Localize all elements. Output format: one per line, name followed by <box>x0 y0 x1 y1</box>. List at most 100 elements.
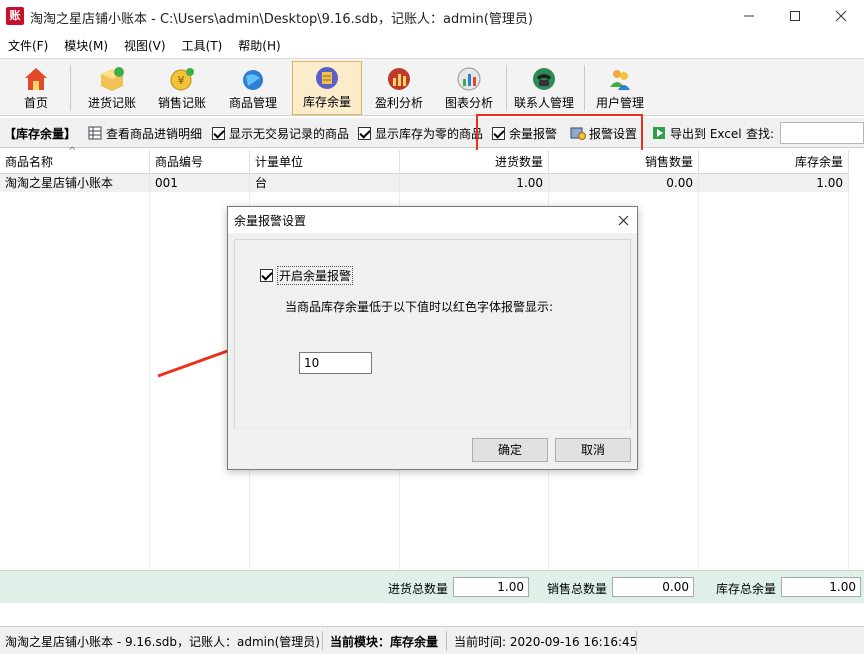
menu-file[interactable]: 文件(F) <box>0 35 56 57</box>
show-zero-stock-checkbox[interactable]: 显示库存为零的商品 <box>358 124 483 142</box>
tool-stock-label: 库存余量 <box>302 95 351 109</box>
show-zero-stock-label: 显示库存为零的商品 <box>375 126 484 141</box>
threshold-input[interactable]: 10 <box>299 352 372 374</box>
tool-contacts-label: 联系人管理 <box>513 96 574 110</box>
cancel-button[interactable]: 取消 <box>555 438 631 462</box>
tool-stock[interactable]: 库存余量 <box>292 61 362 115</box>
grid-line <box>698 192 699 572</box>
table-cell[interactable]: 1.00 <box>400 174 549 192</box>
stock-total-value: 1.00 <box>781 577 861 597</box>
status-module-label: 当前模块： <box>330 635 391 649</box>
export-excel-label: 导出到 Excel <box>670 126 742 141</box>
checkbox-checked <box>358 126 371 140</box>
minimize-button[interactable] <box>726 0 772 32</box>
status-file-info: 淘淘之星店铺小账本 - 9.16.sdb，记账人：admin(管理员) <box>5 635 320 649</box>
table-cell[interactable]: 1.00 <box>699 174 849 192</box>
close-button[interactable] <box>818 0 864 32</box>
tool-home[interactable]: 首页 <box>8 61 64 115</box>
dialog-title-bar: 余量报警设置 <box>228 207 637 233</box>
show-no-trade-label: 显示无交易记录的商品 <box>229 126 350 141</box>
dialog-close-button[interactable] <box>610 207 636 233</box>
tool-purchase-label: 进货记账 <box>87 96 136 110</box>
status-separator <box>322 631 323 651</box>
view-detail-button[interactable]: 查看商品进销明细 <box>88 124 202 142</box>
table-cell[interactable]: 0.00 <box>549 174 699 192</box>
in-total-value: 1.00 <box>453 577 529 597</box>
window-title: 淘淘之星店铺小账本 - C:\Users\admin\Desktop\9.16.… <box>30 12 533 27</box>
tool-users-label: 用户管理 <box>595 96 644 110</box>
filter-bar: 【库存余量】 查看商品进销明细 显示无交易记录的商品 显示库存为零的商品 余量报… <box>0 118 864 148</box>
tool-products[interactable]: 商品管理 <box>222 61 284 115</box>
menu-view[interactable]: 视图(V) <box>116 35 174 57</box>
close-icon <box>618 215 628 225</box>
app-window: 账 淘淘之星店铺小账本 - C:\Users\admin\Desktop\9.1… <box>0 0 864 654</box>
maximize-icon <box>790 11 800 21</box>
close-icon <box>835 10 847 22</box>
stock-alarm-dialog: 余量报警设置 开启余量报警 当商品库存余量低于以下值时以红色字体报警显示: 10… <box>227 206 638 470</box>
tool-products-label: 商品管理 <box>228 96 277 110</box>
tool-sales-label: 销售记账 <box>157 96 206 110</box>
column-header-sale-qty[interactable]: 销售数量 <box>549 150 699 174</box>
products-globe-icon <box>243 70 263 90</box>
sales-coin-icon: ¥ <box>170 68 194 91</box>
table-cell[interactable]: 001 <box>150 174 250 192</box>
tool-charts-label: 图表分析 <box>444 96 493 110</box>
menu-module[interactable]: 模块(M) <box>56 35 116 57</box>
column-header-in-qty[interactable]: 进货数量 <box>400 150 549 174</box>
tool-contacts[interactable]: 联系人管理 <box>510 61 578 115</box>
svg-text:¥: ¥ <box>178 74 185 87</box>
summary-bar: 进货总数量 1.00 销售总数量 0.00 库存总余量 1.00 <box>0 570 864 603</box>
tool-charts[interactable]: 图表分析 <box>438 61 500 115</box>
menu-help[interactable]: 帮助(H) <box>230 35 288 57</box>
title-bar: 账 淘淘之星店铺小账本 - C:\Users\admin\Desktop\9.1… <box>0 0 864 32</box>
enable-alarm-checkbox[interactable]: 开启余量报警 <box>260 266 354 285</box>
module-label: 【库存余量】 <box>4 126 77 141</box>
search-label: 查找: <box>746 126 775 141</box>
app-logo-icon: 账 <box>6 7 24 25</box>
enable-alarm-label: 开启余量报警 <box>277 266 354 285</box>
table-cell[interactable]: 台 <box>250 174 400 192</box>
checkbox-checked <box>260 269 273 282</box>
tool-home-label: 首页 <box>23 96 48 110</box>
stock-icon <box>316 67 338 89</box>
tool-profit-label: 盈利分析 <box>374 96 423 110</box>
tool-sales[interactable]: ¥ 销售记账 <box>150 61 214 115</box>
tool-profit[interactable]: 盈利分析 <box>368 61 430 115</box>
dialog-title: 余量报警设置 <box>234 214 307 228</box>
export-excel-button[interactable]: 导出到 Excel <box>652 124 742 142</box>
purchase-box-icon <box>101 67 124 91</box>
sale-total-value: 0.00 <box>612 577 694 597</box>
home-icon <box>25 68 47 90</box>
menu-tools[interactable]: 工具(T) <box>174 35 231 57</box>
status-separator <box>636 631 637 651</box>
grid-icon <box>88 126 102 140</box>
column-header-unit[interactable]: 计量单位 <box>250 150 400 174</box>
status-module-value: 库存余量 <box>390 635 439 649</box>
profit-chart-icon <box>388 68 410 90</box>
sort-arrow-icon: ^ <box>68 146 77 157</box>
dialog-group-box: 开启余量报警 当商品库存余量低于以下值时以红色字体报警显示: 10 <box>234 239 631 429</box>
minimize-icon <box>744 15 754 17</box>
in-total-label: 进货总数量 <box>388 582 449 596</box>
threshold-prompt: 当商品库存余量低于以下值时以红色字体报警显示: <box>285 300 554 314</box>
bar-chart-icon <box>457 67 481 91</box>
status-separator <box>446 631 447 651</box>
toolbar-separator <box>506 65 507 111</box>
view-detail-label: 查看商品进销明细 <box>106 126 203 141</box>
table-cell[interactable]: 淘淘之星店铺小账本 <box>0 174 150 192</box>
ok-button[interactable]: 确定 <box>472 438 548 462</box>
menu-bar: 文件(F) 模块(M) 视图(V) 工具(T) 帮助(H) <box>0 35 864 57</box>
search-input[interactable] <box>780 122 864 144</box>
maximize-button[interactable] <box>772 0 818 32</box>
column-header-code[interactable]: 商品编号 <box>150 150 250 174</box>
grid-line <box>848 192 849 572</box>
column-header-stock[interactable]: 库存余量 <box>699 150 849 174</box>
excel-export-icon <box>653 127 665 139</box>
main-toolbar: 首页 进货记账 ¥ 销售记账 商品管理 库存余量 盈利分析 图表分析 联系人管理… <box>0 58 864 116</box>
stock-total-label: 库存总余量 <box>716 582 777 596</box>
show-no-trade-checkbox[interactable]: 显示无交易记录的商品 <box>212 124 349 142</box>
tool-purchase[interactable]: 进货记账 <box>80 61 144 115</box>
telephone-icon <box>533 68 555 90</box>
tool-users[interactable]: 用户管理 <box>590 61 650 115</box>
toolbar-separator <box>584 65 585 111</box>
